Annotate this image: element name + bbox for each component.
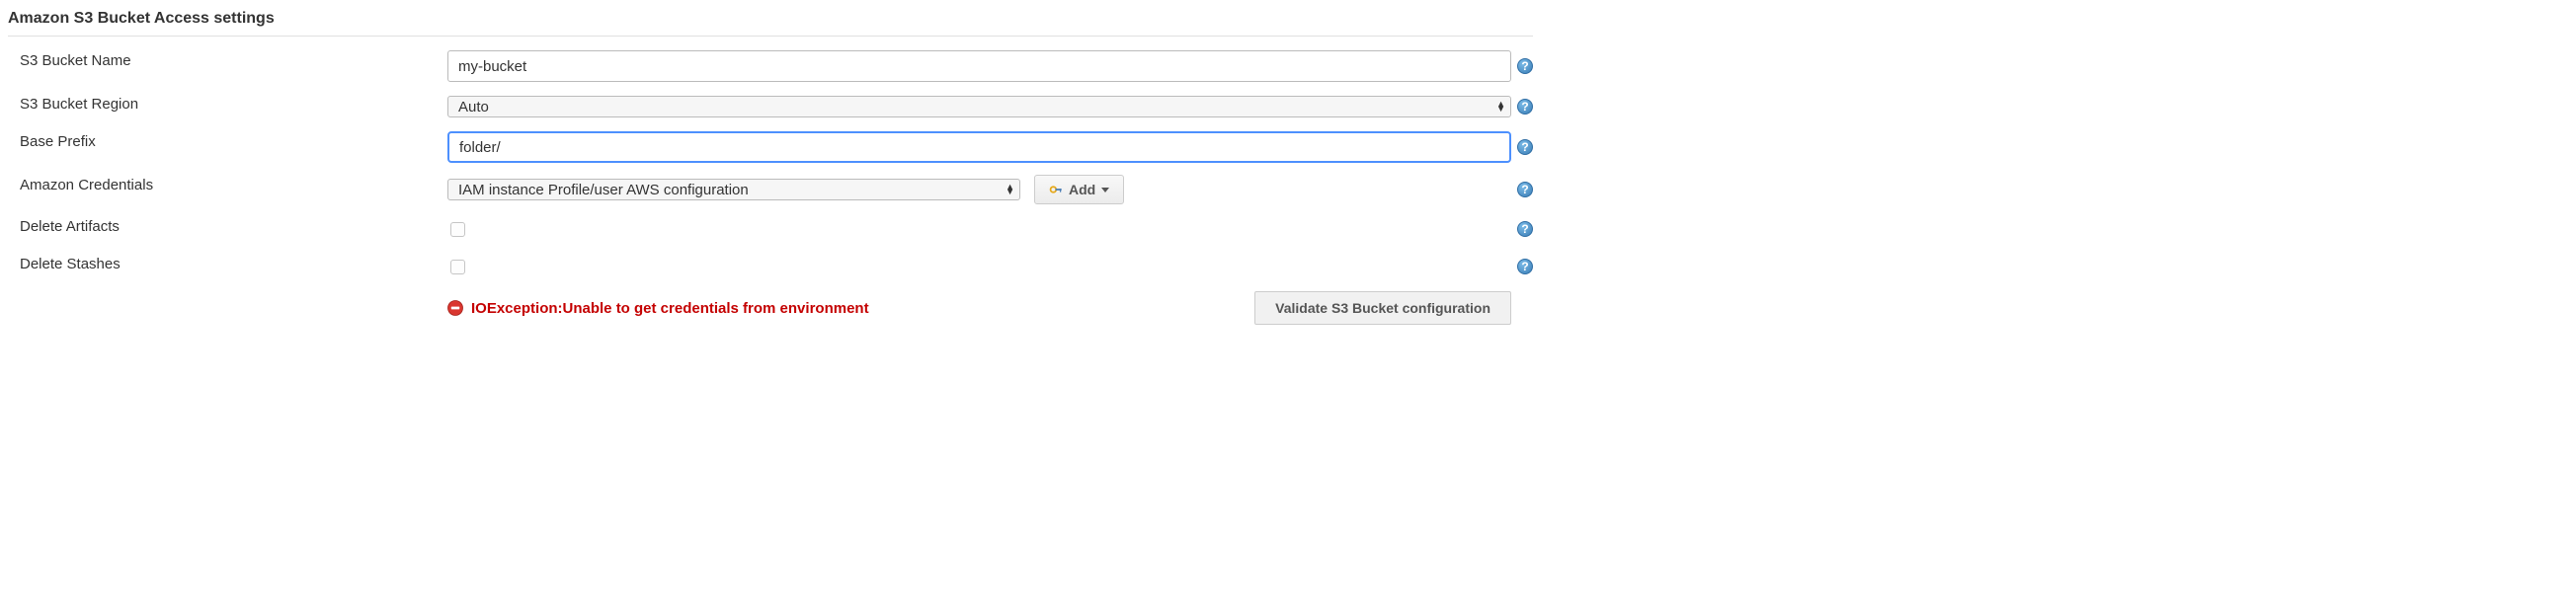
error-message: IOException:Unable to get credentials fr… [447,300,1254,317]
add-credentials-button[interactable]: Add [1034,175,1124,204]
bucket-name-input[interactable] [447,50,1511,82]
help-icon[interactable]: ? [1517,58,1533,74]
help-icon[interactable]: ? [1517,139,1533,155]
label-delete-artifacts: Delete Artifacts [8,216,447,235]
label-base-prefix: Base Prefix [8,131,447,150]
validate-button[interactable]: Validate S3 Bucket configuration [1254,291,1511,325]
label-bucket-region: S3 Bucket Region [8,94,447,113]
delete-stashes-checkbox[interactable] [450,260,465,274]
label-credentials: Amazon Credentials [8,175,447,193]
error-icon [447,300,463,316]
help-icon[interactable]: ? [1517,182,1533,197]
section-header: Amazon S3 Bucket Access settings [8,4,1533,37]
caret-down-icon [1101,188,1109,192]
bucket-region-select[interactable]: Auto [447,96,1511,117]
help-icon[interactable]: ? [1517,221,1533,237]
credentials-select[interactable]: IAM instance Profile/user AWS configurat… [447,179,1020,200]
label-delete-stashes: Delete Stashes [8,254,447,272]
key-icon [1049,183,1063,196]
base-prefix-input[interactable] [447,131,1511,163]
help-icon[interactable]: ? [1517,259,1533,274]
error-text: IOException:Unable to get credentials fr… [471,300,869,317]
delete-artifacts-checkbox[interactable] [450,222,465,237]
label-bucket-name: S3 Bucket Name [8,50,447,69]
help-icon[interactable]: ? [1517,99,1533,115]
add-button-label: Add [1069,182,1095,197]
